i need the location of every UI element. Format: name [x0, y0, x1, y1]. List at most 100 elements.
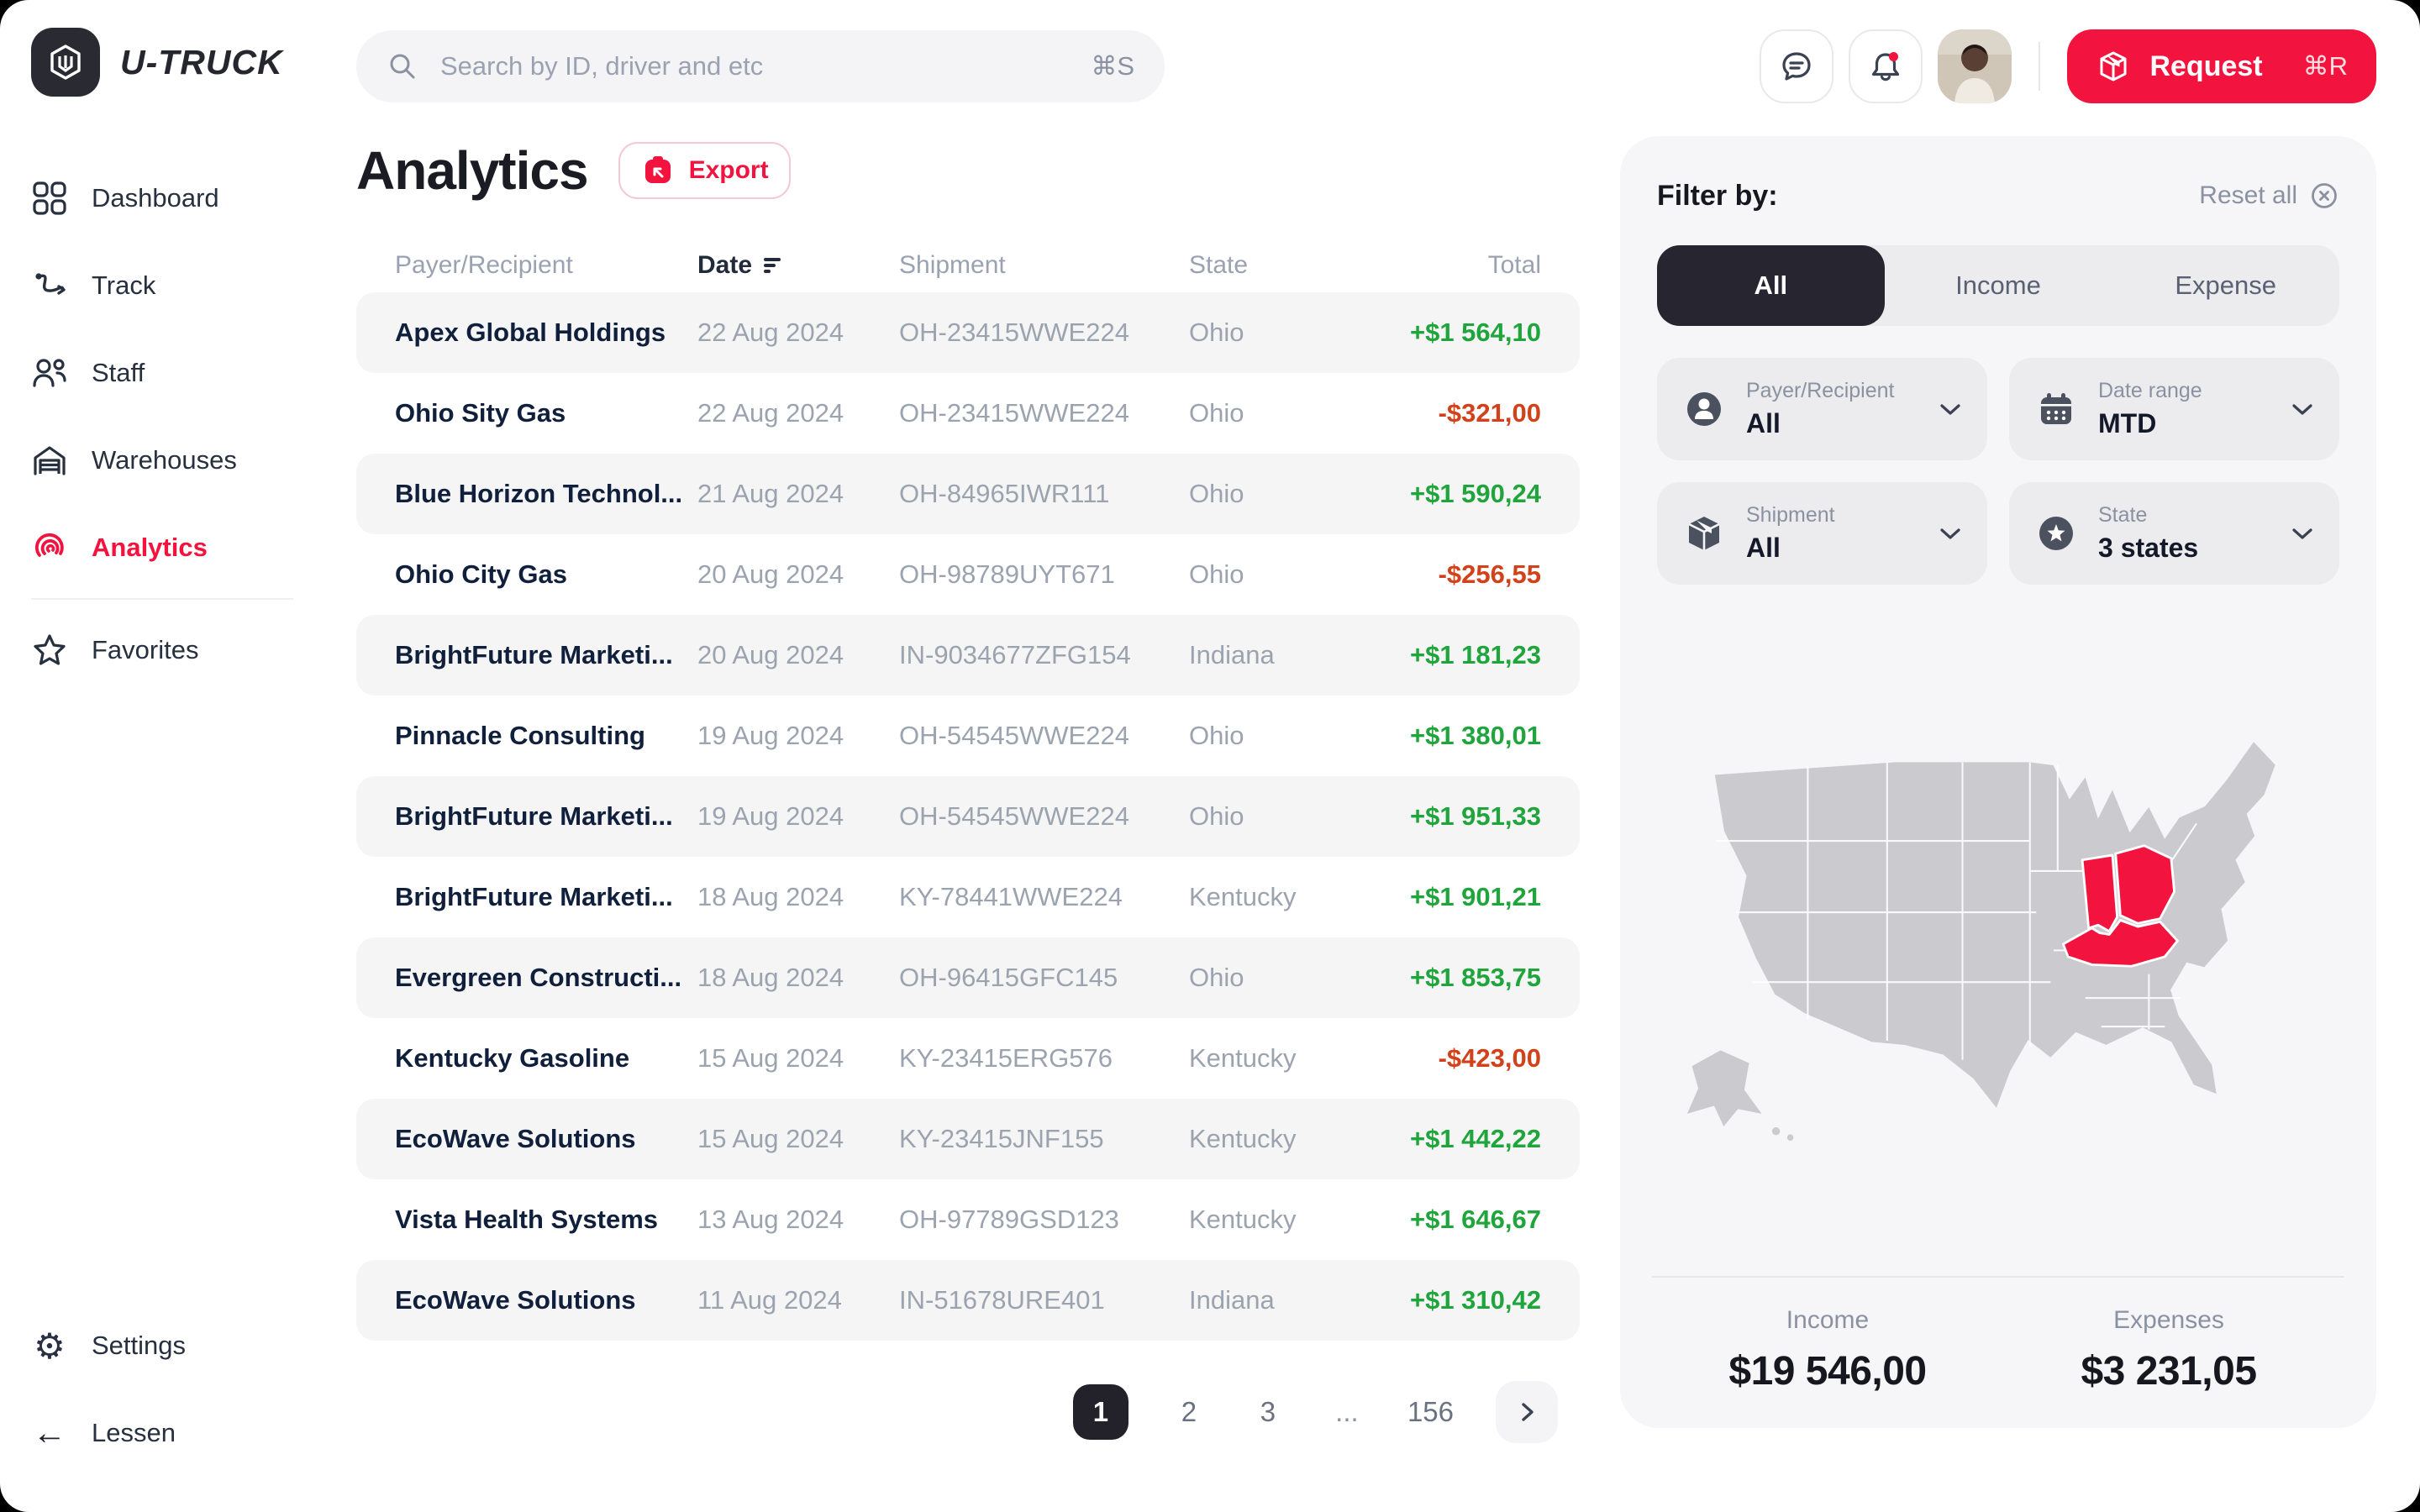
row-date: 20 Aug 2024 [697, 640, 899, 670]
sidebar-item-warehouses[interactable]: Warehouses [31, 417, 311, 504]
search-bar[interactable]: ⌘S [356, 30, 1165, 102]
dropdown-payer[interactable]: Payer/Recipient All [1657, 358, 1987, 460]
filter-header: Filter by: Reset all [1657, 173, 2339, 218]
table-row[interactable]: Ohio Sity Gas 22 Aug 2024 OH-23415WWE224… [356, 373, 1580, 454]
row-shipment: IN-51678URE401 [899, 1285, 1189, 1315]
tab-expense[interactable]: Expense [2112, 245, 2339, 326]
row-date: 15 Aug 2024 [697, 1043, 899, 1074]
col-header-total[interactable]: Total [1386, 251, 1541, 280]
table-row[interactable]: Blue Horizon Technol... 21 Aug 2024 OH-8… [356, 454, 1580, 534]
sidebar-item-settings[interactable]: ⚙ Settings [31, 1302, 311, 1389]
table-row[interactable]: Apex Global Holdings 22 Aug 2024 OH-2341… [356, 292, 1580, 373]
sidebar-nav: Dashboard Track Staff [31, 155, 311, 694]
star-icon [31, 632, 68, 669]
pagination-pages: 123...156 [1073, 1384, 1454, 1440]
col-header-date[interactable]: Date [697, 251, 899, 280]
dropdown-date-range[interactable]: Date range MTD [2009, 358, 2339, 460]
warehouse-icon [31, 442, 68, 479]
messages-button[interactable] [1760, 29, 1833, 103]
state-indiana[interactable] [2082, 855, 2118, 932]
sidebar-collapse-button[interactable]: ← Lessen [31, 1389, 311, 1477]
dropdown-text: State 3 states [2098, 503, 2270, 564]
expenses-label: Expenses [2113, 1306, 2224, 1335]
chevron-down-icon [2291, 526, 2314, 541]
row-state: Indiana [1189, 640, 1386, 670]
table-row[interactable]: Kentucky Gasoline 15 Aug 2024 KY-23415ER… [356, 1018, 1580, 1099]
sidebar-item-track[interactable]: Track [31, 242, 311, 329]
sidebar-item-label: Analytics [92, 533, 208, 563]
row-total: +$1 181,23 [1386, 640, 1541, 670]
chevron-right-icon [1516, 1401, 1538, 1423]
dropdown-shipment[interactable]: Shipment All [1657, 482, 1987, 585]
request-button[interactable]: Request ⌘R [2067, 29, 2376, 103]
notifications-button[interactable] [1849, 29, 1923, 103]
package-icon [2096, 49, 2131, 84]
row-payer: Apex Global Holdings [395, 318, 697, 348]
row-shipment: OH-96415GFC145 [899, 963, 1189, 993]
col-header-state[interactable]: State [1189, 251, 1386, 280]
shield-icon [46, 43, 85, 81]
table-row[interactable]: EcoWave Solutions 15 Aug 2024 KY-23415JN… [356, 1099, 1580, 1179]
table-row[interactable]: Ohio City Gas 20 Aug 2024 OH-98789UYT671… [356, 534, 1580, 615]
row-payer: Evergreen Constructi... [395, 963, 697, 993]
table-row[interactable]: Pinnacle Consulting 19 Aug 2024 OH-54545… [356, 696, 1580, 776]
page-button-3[interactable]: 3 [1249, 1396, 1286, 1428]
dropdown-label: Date range [2098, 379, 2270, 403]
dropdown-state[interactable]: State 3 states [2009, 482, 2339, 585]
summary: Income $19 546,00 Expenses $3 231,05 [1657, 1306, 2339, 1394]
search-shortcut: ⌘S [1091, 51, 1134, 81]
us-landmass [1714, 741, 2275, 1109]
filter-dropdowns: Payer/Recipient All [1657, 358, 2339, 585]
request-label: Request [2149, 50, 2262, 83]
person-icon [1682, 387, 1726, 431]
sidebar-item-staff[interactable]: Staff [31, 329, 311, 417]
row-payer: Blue Horizon Technol... [395, 479, 697, 509]
topbar: ⌘S [356, 0, 2376, 121]
tab-income[interactable]: Income [1885, 245, 2112, 326]
table-row[interactable]: BrightFuture Marketi... 18 Aug 2024 KY-7… [356, 857, 1580, 937]
row-total: +$1 951,33 [1386, 801, 1541, 832]
user-avatar[interactable] [1938, 29, 2012, 103]
clear-circle-icon [2309, 181, 2339, 211]
sidebar-item-dashboard[interactable]: Dashboard [31, 155, 311, 242]
row-date: 19 Aug 2024 [697, 721, 899, 751]
dropdown-text: Date range MTD [2098, 379, 2270, 439]
dropdown-text: Shipment All [1746, 503, 1918, 564]
table-row[interactable]: BrightFuture Marketi... 20 Aug 2024 IN-9… [356, 615, 1580, 696]
pagination-next-button[interactable] [1496, 1381, 1558, 1443]
search-input[interactable] [440, 51, 1069, 81]
title-row: Analytics Export [356, 139, 1580, 202]
box-icon [1682, 512, 1726, 555]
col-header-date-label: Date [697, 251, 752, 280]
row-date: 22 Aug 2024 [697, 318, 899, 348]
brand-logo[interactable]: U-TRUCK [31, 25, 311, 99]
row-date: 18 Aug 2024 [697, 963, 899, 993]
row-shipment: OH-84965IWR111 [899, 479, 1189, 509]
table-row[interactable]: EcoWave Solutions 11 Aug 2024 IN-51678UR… [356, 1260, 1580, 1341]
reset-all-button[interactable]: Reset all [2199, 181, 2339, 211]
income-label: Income [1786, 1306, 1869, 1335]
sidebar-item-analytics[interactable]: Analytics [31, 504, 311, 591]
row-state: Kentucky [1189, 1205, 1386, 1235]
table-row[interactable]: BrightFuture Marketi... 19 Aug 2024 OH-5… [356, 776, 1580, 857]
row-payer: Pinnacle Consulting [395, 721, 697, 751]
page-button-156[interactable]: 156 [1407, 1396, 1454, 1428]
page-button-2[interactable]: 2 [1171, 1396, 1207, 1428]
tab-all[interactable]: All [1657, 245, 1885, 326]
request-shortcut: ⌘R [2303, 51, 2348, 81]
row-payer: Kentucky Gasoline [395, 1043, 697, 1074]
sidebar-divider [31, 598, 293, 600]
export-button[interactable]: Export [618, 142, 791, 199]
row-state: Ohio [1189, 479, 1386, 509]
income-value: $19 546,00 [1728, 1348, 1926, 1394]
col-header-payer[interactable]: Payer/Recipient [395, 251, 697, 280]
sidebar-item-favorites[interactable]: Favorites [31, 606, 311, 694]
chevron-down-icon [2291, 402, 2314, 417]
row-state: Ohio [1189, 559, 1386, 590]
row-state: Ohio [1189, 721, 1386, 751]
page-button-1[interactable]: 1 [1073, 1384, 1128, 1440]
table-row[interactable]: Vista Health Systems 13 Aug 2024 OH-9778… [356, 1179, 1580, 1260]
col-header-shipment[interactable]: Shipment [899, 251, 1189, 280]
table-row[interactable]: Evergreen Constructi... 18 Aug 2024 OH-9… [356, 937, 1580, 1018]
table-body: Apex Global Holdings 22 Aug 2024 OH-2341… [356, 292, 1580, 1341]
